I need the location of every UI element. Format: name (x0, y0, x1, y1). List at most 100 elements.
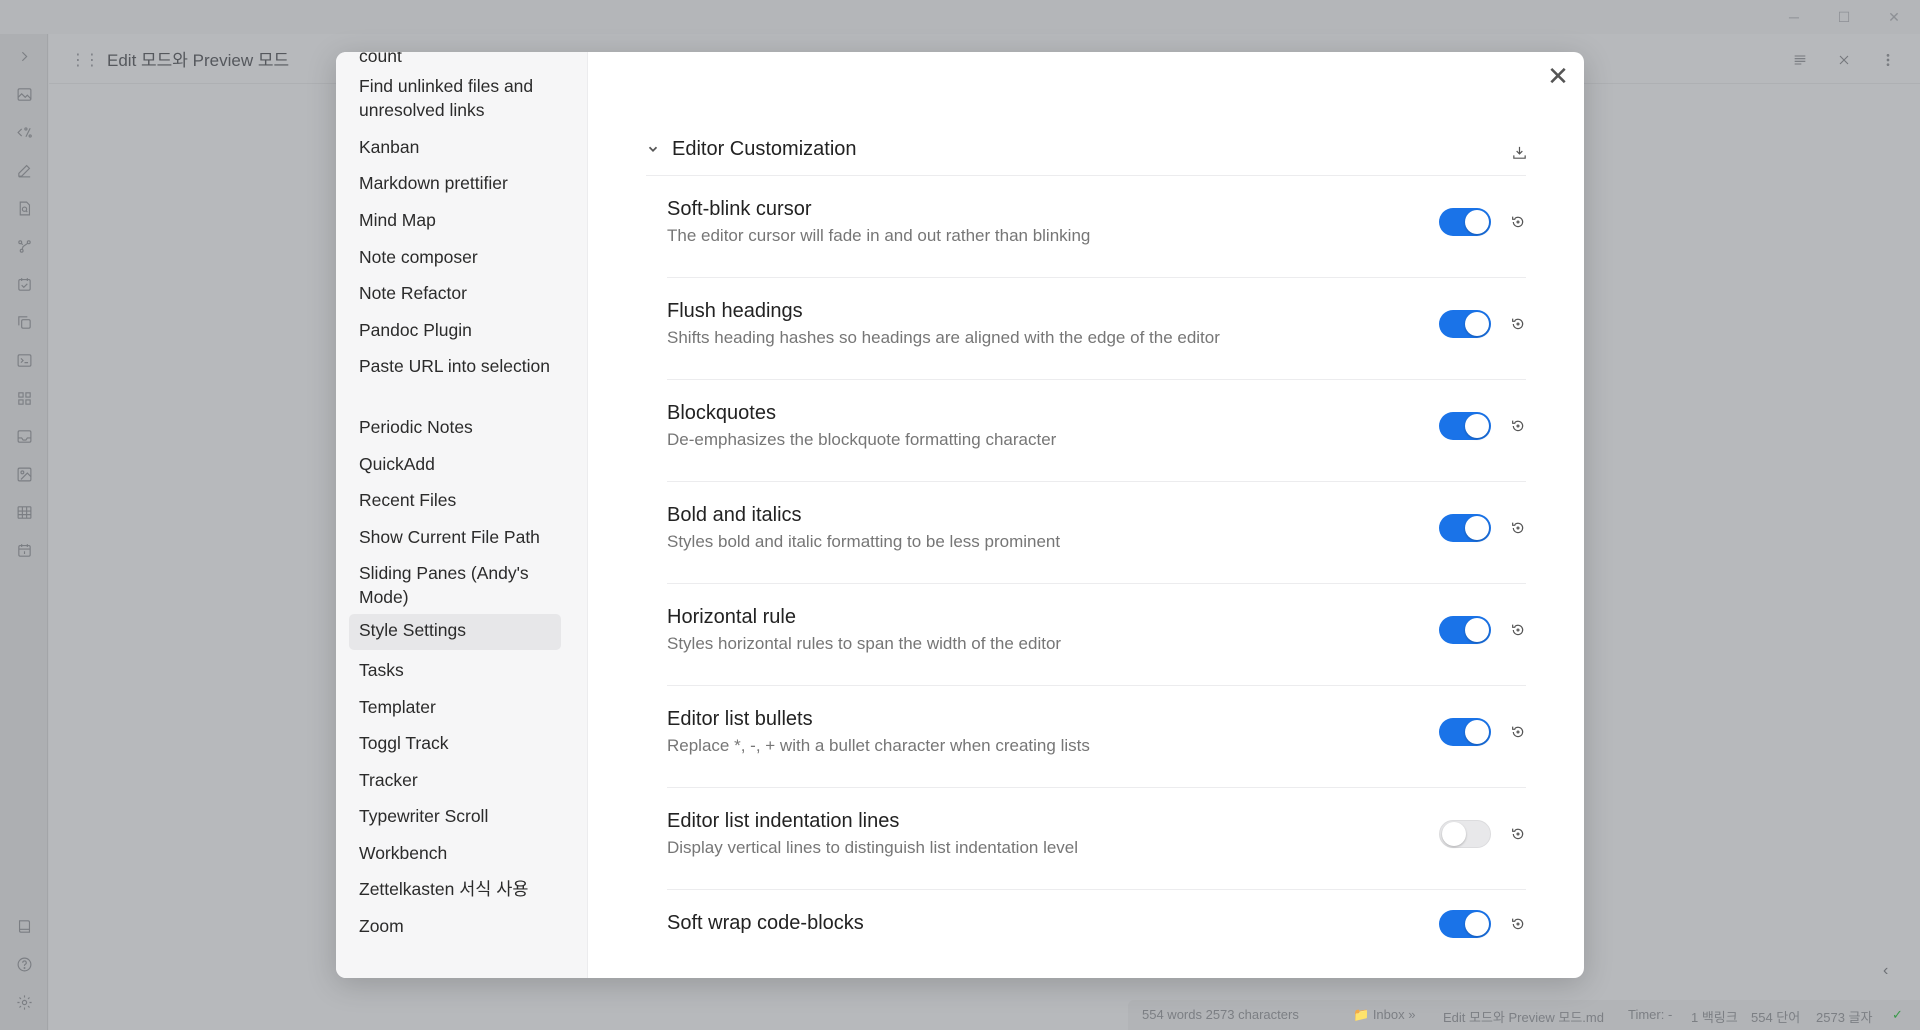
reset-icon[interactable] (1508, 314, 1528, 334)
help-icon[interactable] (12, 952, 36, 976)
nav-item-recent-files[interactable]: Recent Files (349, 484, 561, 516)
reset-icon[interactable] (1508, 212, 1528, 232)
table-icon[interactable] (12, 500, 36, 524)
inbox-icon[interactable] (12, 424, 36, 448)
reset-icon[interactable] (1508, 620, 1528, 640)
nav-item-templater[interactable]: Templater (349, 691, 561, 723)
settings-nav: count Find unlinked files and unresolved… (336, 52, 588, 978)
drag-handle-icon[interactable]: ⋮⋮ (70, 50, 100, 70)
setting-flush-headings: Flush headings Shifts heading hashes so … (667, 278, 1526, 380)
setting-toggle[interactable] (1439, 718, 1491, 746)
nav-item-count[interactable]: count (349, 52, 561, 72)
image-gallery-icon[interactable] (12, 462, 36, 486)
sync-status-icon[interactable]: ✓ (1892, 1007, 1903, 1023)
setting-toggle[interactable] (1439, 310, 1491, 338)
reset-icon[interactable] (1508, 824, 1528, 844)
image-icon[interactable] (12, 82, 36, 106)
vault-icon[interactable] (12, 914, 36, 938)
setting-name: Soft-blink cursor (667, 198, 812, 220)
setting-soft-wrap-code-blocks: Soft wrap code-blocks (667, 890, 1526, 978)
template-icon[interactable] (12, 120, 36, 144)
calendar-check-icon[interactable] (12, 272, 36, 296)
setting-description: De-emphasizes the blockquote formatting … (667, 430, 1057, 449)
view-title[interactable]: Edit 모드와 Preview 모드 (107, 46, 289, 71)
word-count: 554 words 2573 characters (1142, 1007, 1299, 1022)
close-pane-icon[interactable] (1832, 48, 1856, 72)
toggle-knob (1442, 822, 1466, 846)
minimize-button[interactable]: ─ (1780, 6, 1808, 28)
nav-item-find-unlinked[interactable]: Find unlinked files and unresolved links (349, 70, 561, 126)
setting-description: Replace *, -, + with a bullet character … (667, 736, 1090, 755)
nav-item-typewriter-scroll[interactable]: Typewriter Scroll (349, 800, 561, 832)
backlink-count[interactable]: 1 백링크 (1691, 1007, 1738, 1026)
nav-item-quickadd[interactable]: QuickAdd (349, 448, 561, 480)
nav-item-tracker[interactable]: Tracker (349, 764, 561, 796)
word-count-ko: 554 단어 (1751, 1010, 1801, 1025)
nav-item-kanban[interactable]: Kanban (349, 131, 561, 163)
chevron-down-icon[interactable] (646, 142, 662, 158)
setting-description: Shifts heading hashes so headings are al… (667, 328, 1220, 347)
section-header[interactable]: Editor Customization (646, 136, 1526, 176)
pencil-icon[interactable] (12, 158, 36, 182)
nav-item-tasks[interactable]: Tasks (349, 654, 561, 686)
nav-item-workbench[interactable]: Workbench (349, 837, 561, 869)
nav-item-note-refactor[interactable]: Note Refactor (349, 277, 561, 309)
char-count-ko: 2573 글자 (1816, 1010, 1873, 1025)
maximize-button[interactable]: ☐ (1830, 6, 1858, 28)
setting-editor-list-indentation-lines: Editor list indentation lines Display ve… (667, 788, 1526, 890)
timer-status[interactable]: Timer: - (1628, 1007, 1672, 1022)
setting-toggle[interactable] (1439, 820, 1491, 848)
setting-soft-blink-cursor: Soft-blink cursor The editor cursor will… (667, 176, 1526, 278)
terminal-icon[interactable] (12, 348, 36, 372)
nav-item-zoom[interactable]: Zoom (349, 910, 561, 942)
nav-item-mind-map[interactable]: Mind Map (349, 204, 561, 236)
nav-item-zettelkasten[interactable]: Zettelkasten 서식 사용 (349, 873, 561, 905)
modal-close-button[interactable]: ✕ (1544, 62, 1572, 90)
collapse-right-sidebar-icon[interactable]: ‹ (1883, 962, 1888, 980)
breadcrumb-path[interactable]: 📁 Inbox » (1353, 1007, 1415, 1023)
reset-icon[interactable] (1508, 914, 1528, 934)
toggle-knob (1465, 618, 1489, 642)
nav-item-markdown-prettifier[interactable]: Markdown prettifier (349, 167, 561, 199)
setting-bold-and-italics: Bold and italics Styles bold and italic … (667, 482, 1526, 584)
expand-icon[interactable] (12, 44, 36, 68)
setting-name: Blockquotes (667, 402, 776, 424)
setting-toggle[interactable] (1439, 514, 1491, 542)
setting-description: The editor cursor will fade in and out r… (667, 226, 1091, 245)
left-ribbon (0, 34, 48, 1030)
setting-name: Editor list indentation lines (667, 810, 900, 832)
setting-name: Soft wrap code-blocks (667, 912, 864, 934)
setting-name: Editor list bullets (667, 708, 813, 730)
more-options-icon[interactable] (1876, 48, 1900, 72)
reset-icon[interactable] (1508, 518, 1528, 538)
setting-toggle[interactable] (1439, 412, 1491, 440)
nav-item-paste-url[interactable]: Paste URL into selection (349, 350, 561, 382)
toggle-knob (1465, 312, 1489, 336)
copy-icon[interactable] (12, 310, 36, 334)
nav-item-pandoc-plugin[interactable]: Pandoc Plugin (349, 314, 561, 346)
settings-icon[interactable] (12, 990, 36, 1014)
setting-toggle[interactable] (1439, 616, 1491, 644)
reset-icon[interactable] (1508, 416, 1528, 436)
nav-item-periodic-notes[interactable]: Periodic Notes (349, 411, 561, 443)
nav-item-style-settings[interactable]: Style Settings (349, 614, 561, 650)
nav-item-show-current-file-path[interactable]: Show Current File Path (349, 521, 561, 553)
reset-icon[interactable] (1508, 722, 1528, 742)
window-close-button[interactable]: ✕ (1880, 6, 1908, 28)
export-icon[interactable] (1508, 141, 1530, 163)
setting-editor-list-bullets: Editor list bullets Replace *, -, + with… (667, 686, 1526, 788)
nav-item-toggl-track[interactable]: Toggl Track (349, 727, 561, 759)
calendar-icon[interactable] (12, 538, 36, 562)
setting-toggle[interactable] (1439, 208, 1491, 236)
setting-toggle[interactable] (1439, 910, 1491, 938)
setting-description: Styles horizontal rules to span the widt… (667, 634, 1062, 653)
nav-item-sliding-panes[interactable]: Sliding Panes (Andy's Mode) (349, 557, 561, 613)
plugins-grid-icon[interactable] (12, 386, 36, 410)
graph-icon[interactable] (12, 234, 36, 258)
breadcrumb-file[interactable]: Edit 모드와 Preview 모드.md (1443, 1007, 1604, 1026)
toggle-knob (1465, 516, 1489, 540)
search-doc-icon[interactable] (12, 196, 36, 220)
section-title: Editor Customization (672, 138, 857, 160)
reading-view-icon[interactable] (1788, 48, 1812, 72)
nav-item-note-composer[interactable]: Note composer (349, 241, 561, 273)
